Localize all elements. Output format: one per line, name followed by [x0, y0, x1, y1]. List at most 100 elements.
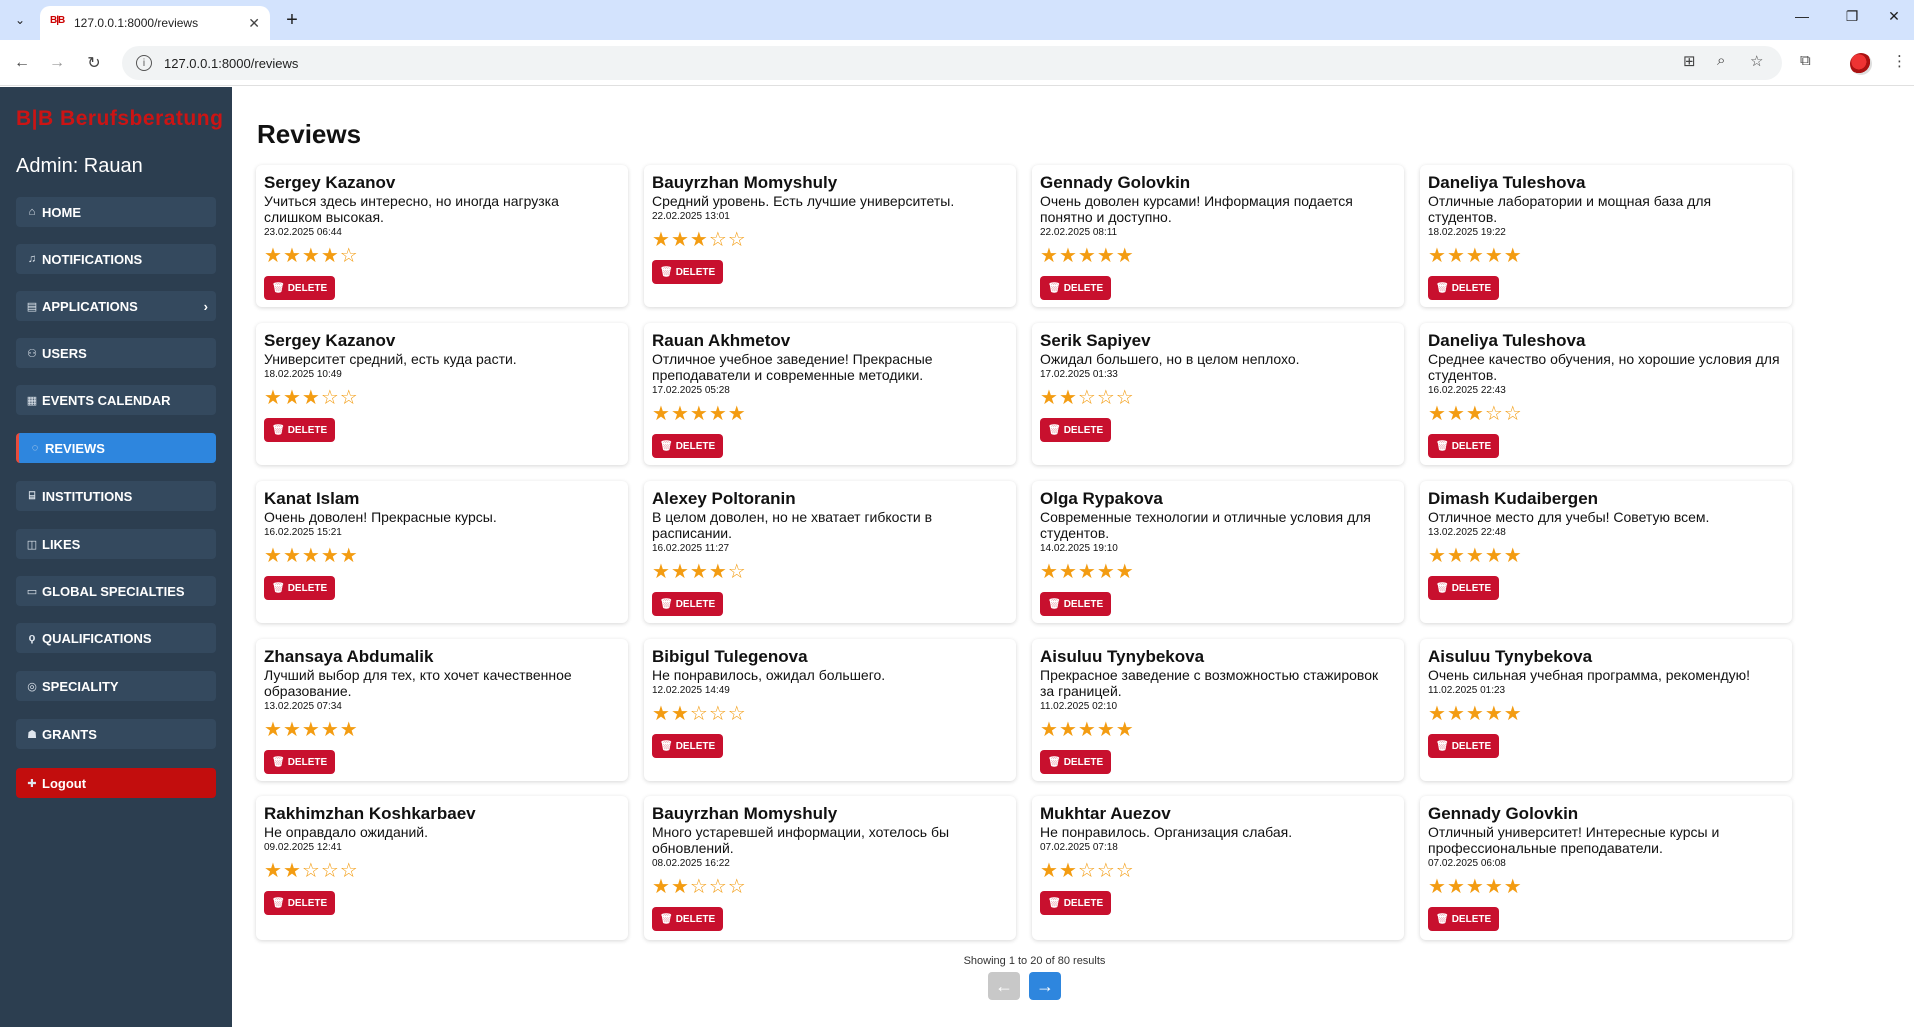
star-filled-icon: ★: [282, 860, 302, 882]
next-page-button[interactable]: →: [1029, 972, 1061, 1000]
translate-icon[interactable]: ⊞: [1683, 52, 1696, 70]
star-filled-icon: ★: [301, 545, 321, 567]
zoom-icon[interactable]: ⌕: [1717, 52, 1725, 69]
delete-review-button[interactable]: 🗑 DELETE: [1040, 891, 1112, 915]
star-filled-icon: ★: [1428, 245, 1447, 267]
review-card: Aisuluu Tynybekova Прекрасное заведение с…: [1032, 639, 1404, 781]
delete-review-button[interactable]: 🗑 DELETE: [264, 576, 336, 600]
reviewer-name: Alexey Poltoranin: [652, 489, 796, 508]
trash-icon: 🗑: [1436, 440, 1449, 452]
delete-review-button[interactable]: 🗑 DELETE: [652, 907, 724, 931]
extensions-icon[interactable]: ⧉: [1800, 52, 1811, 69]
sidebar-item-global-specialties[interactable]: ▭ GLOBAL SPECIALTIES: [16, 576, 216, 606]
forward-icon[interactable]: →: [45, 51, 69, 75]
close-tab-icon[interactable]: ✕: [248, 15, 260, 32]
profile-avatar[interactable]: [1850, 53, 1872, 75]
star-filled-icon: ★: [1428, 876, 1447, 898]
previous-page-button[interactable]: ←: [988, 972, 1020, 1000]
sidebar-item-grants[interactable]: ☗ GRANTS: [16, 719, 216, 749]
delete-review-button[interactable]: 🗑 DELETE: [1428, 576, 1500, 600]
star-empty-icon: ☆: [1484, 403, 1504, 425]
tab-search-icon[interactable]: ⌄: [8, 8, 32, 32]
brand-logo[interactable]: B|B Berufsberatung: [16, 107, 223, 131]
star-filled-icon: ★: [1465, 403, 1485, 425]
star-filled-icon: ★: [1040, 387, 1059, 409]
star-filled-icon: ★: [1058, 245, 1078, 267]
sidebar-item-reviews[interactable]: ◌ REVIEWS: [16, 433, 216, 463]
sidebar-item-likes[interactable]: ◫ LIKES: [16, 529, 216, 559]
menu-icon[interactable]: ⋮: [1892, 52, 1907, 70]
restore-icon[interactable]: ❐: [1832, 8, 1872, 25]
star-rating: ★★★☆☆: [264, 386, 620, 410]
reviewer-name: Rakhimzhan Koshkarbaev: [264, 804, 476, 823]
star-filled-icon: ★: [1446, 876, 1466, 898]
back-icon[interactable]: ←: [10, 51, 34, 75]
review-card: Alexey Poltoranin В целом доволен, но не …: [644, 481, 1016, 623]
review-text: Ожидал большего, но в целом неплохо.: [1040, 351, 1300, 367]
delete-review-button[interactable]: 🗑 DELETE: [1428, 434, 1500, 458]
reviewer-name: Aisuluu Tynybekova: [1428, 647, 1593, 666]
review-text: Очень доволен курсами! Информация подает…: [1040, 193, 1353, 225]
review-text: Современные технологии и отличные услови…: [1040, 509, 1371, 541]
delete-review-button[interactable]: 🗑 DELETE: [264, 418, 336, 442]
delete-label: DELETE: [287, 582, 328, 594]
sidebar-item-institutions[interactable]: ⌸ INSTITUTIONS: [16, 481, 216, 511]
sidebar-item-speciality[interactable]: ◎ SPECIALITY: [16, 671, 216, 701]
delete-review-button[interactable]: 🗑 DELETE: [652, 592, 724, 616]
star-filled-icon: ★: [1428, 703, 1447, 725]
delete-review-button[interactable]: 🗑 DELETE: [264, 276, 336, 300]
star-empty-icon: ☆: [339, 860, 359, 882]
sidebar-item-label: HOME: [42, 204, 81, 220]
logout-label: Logout: [42, 775, 87, 791]
star-filled-icon: ★: [1484, 245, 1504, 267]
delete-review-button[interactable]: 🗑 DELETE: [264, 891, 336, 915]
delete-review-button[interactable]: 🗑 DELETE: [264, 750, 336, 774]
logout-button[interactable]: ✚ Logout: [16, 768, 216, 798]
medal-icon: ☗: [27, 728, 37, 741]
delete-review-button[interactable]: 🗑 DELETE: [1040, 418, 1112, 442]
sidebar-item-users[interactable]: ⚇ USERS: [16, 338, 216, 368]
delete-review-button[interactable]: 🗑 DELETE: [652, 260, 724, 284]
delete-review-button[interactable]: 🗑 DELETE: [652, 434, 724, 458]
delete-review-button[interactable]: 🗑 DELETE: [1040, 750, 1112, 774]
sidebar-item-home[interactable]: ⌂ HOME: [16, 197, 216, 227]
star-filled-icon: ★: [264, 860, 283, 882]
delete-label: DELETE: [675, 440, 716, 452]
reviewer-name: Zhansaya Abdumalik: [264, 647, 434, 666]
new-tab-icon[interactable]: +: [280, 8, 304, 32]
delete-review-button[interactable]: 🗑 DELETE: [1428, 276, 1500, 300]
minimize-icon[interactable]: —: [1782, 8, 1822, 24]
star-empty-icon: ☆: [339, 387, 359, 409]
reviewer-name: Dimash Kudaibergen: [1428, 489, 1599, 508]
sidebar-item-label: REVIEWS: [45, 440, 105, 456]
sidebar-item-applications[interactable]: ▤ APPLICATIONS ›: [16, 291, 216, 321]
star-filled-icon: ★: [1465, 703, 1485, 725]
site-info-icon[interactable]: i: [136, 55, 152, 71]
delete-review-button[interactable]: 🗑 DELETE: [1428, 907, 1500, 931]
star-filled-icon: ★: [1446, 403, 1466, 425]
review-card: Dimash Kudaibergen Отличное место для уче…: [1420, 481, 1792, 623]
sidebar-item-events-calendar[interactable]: ▦ EVENTS CALENDAR: [16, 385, 216, 415]
review-card: Mukhtar Auezov Не понравилось. Организаци…: [1032, 796, 1404, 940]
delete-review-button[interactable]: 🗑 DELETE: [1040, 276, 1112, 300]
delete-label: DELETE: [1063, 424, 1104, 436]
sidebar-item-notifications[interactable]: ♫ NOTIFICATIONS: [16, 244, 216, 274]
browser-tab[interactable]: B|B 127.0.0.1:8000/reviews ✕: [40, 6, 270, 40]
review-date: 11.02.2025 02:10: [1040, 701, 1118, 712]
review-text: Прекрасное заведение с возможностью стаж…: [1040, 667, 1379, 699]
bookmark-star-icon[interactable]: ☆: [1750, 52, 1763, 70]
close-window-icon[interactable]: ✕: [1874, 8, 1914, 25]
star-filled-icon: ★: [1077, 561, 1097, 583]
star-empty-icon: ☆: [1096, 860, 1116, 882]
star-filled-icon: ★: [1446, 703, 1466, 725]
star-filled-icon: ★: [670, 403, 690, 425]
delete-review-button[interactable]: 🗑 DELETE: [652, 734, 724, 758]
sidebar-item-qualifications[interactable]: ϙ QUALIFICATIONS: [16, 623, 216, 653]
review-card: Gennady Golovkin Очень доволен курсами! И…: [1032, 165, 1404, 307]
address-bar[interactable]: i 127.0.0.1:8000/reviews: [122, 46, 1782, 80]
sidebar-item-label: QUALIFICATIONS: [42, 630, 152, 646]
delete-review-button[interactable]: 🗑 DELETE: [1428, 734, 1500, 758]
delete-review-button[interactable]: 🗑 DELETE: [1040, 592, 1112, 616]
reload-icon[interactable]: ↻: [82, 51, 106, 75]
star-rating: ★★★★★: [1040, 560, 1396, 584]
